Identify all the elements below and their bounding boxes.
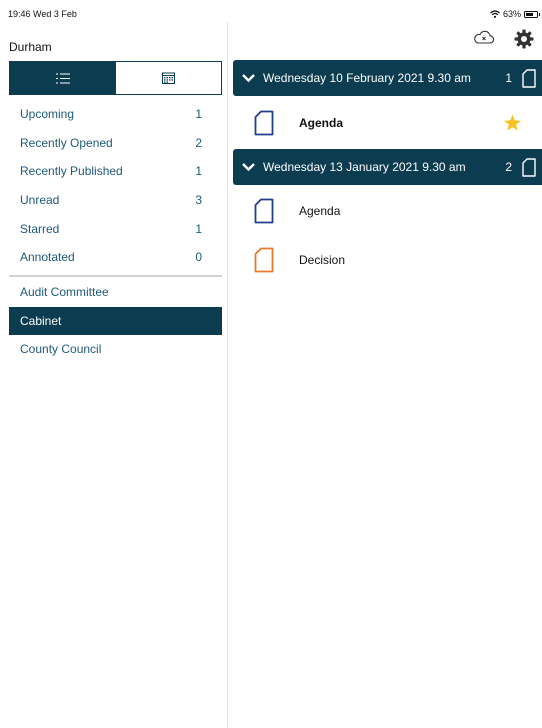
document-icon: [229, 110, 299, 136]
committee-county-council[interactable]: County Council: [9, 335, 222, 364]
filter-recently-published[interactable]: Recently Published 1: [9, 157, 222, 186]
battery-percent: 63%: [502, 9, 521, 19]
filter-count: 1: [195, 164, 202, 179]
chevron-down-icon: [233, 74, 263, 82]
meeting-document-count: 2: [505, 160, 512, 174]
document-row[interactable]: Decision: [229, 237, 542, 283]
filter-count: 1: [195, 107, 202, 122]
filter-count: 2: [195, 135, 202, 150]
committee-cabinet[interactable]: Cabinet: [9, 306, 222, 336]
document-icon: [229, 247, 299, 273]
sidebar-divider: [9, 275, 222, 277]
account-name: Durham: [9, 40, 52, 54]
document-row[interactable]: Agenda: [229, 100, 542, 146]
meeting-document-count: 1: [505, 71, 512, 85]
filter-recently-opened[interactable]: Recently Opened 2: [9, 129, 222, 158]
list-icon: [55, 73, 70, 83]
meeting-header[interactable]: Wednesday 13 January 2021 9.30 am 2: [233, 149, 542, 185]
status-indicators: 63%: [490, 9, 540, 19]
meeting-date: Wednesday 13 January 2021 9.30 am: [263, 160, 466, 174]
document-icon: [522, 68, 536, 88]
document-title: Decision: [299, 253, 346, 267]
meeting-date: Wednesday 10 February 2021 9.30 am: [263, 71, 471, 85]
calendar-view-tab[interactable]: [116, 62, 222, 94]
status-bar: 19:46 Wed 3 Feb 63%: [0, 0, 542, 22]
filter-upcoming[interactable]: Upcoming 1: [9, 100, 222, 129]
filter-list: Upcoming 1 Recently Opened 2 Recently Pu…: [9, 100, 222, 272]
view-toggle: [9, 61, 222, 95]
committee-label: Cabinet: [20, 313, 62, 328]
committee-label: Audit Committee: [20, 285, 109, 300]
battery-icon: [524, 10, 540, 18]
meetings-panel: Wednesday 10 February 2021 9.30 am 1 Age…: [229, 22, 542, 728]
filter-unread[interactable]: Unread 3: [9, 186, 222, 215]
committee-list: Audit Committee Cabinet County Council: [9, 278, 222, 364]
wifi-icon: [490, 10, 500, 18]
filter-label: Starred: [20, 221, 60, 236]
chevron-down-icon: [233, 163, 263, 171]
document-title: Agenda: [299, 204, 341, 218]
cloud-sync-icon[interactable]: [473, 29, 495, 52]
filter-label: Annotated: [20, 250, 75, 265]
star-icon[interactable]: [503, 114, 522, 132]
document-title: Agenda: [299, 116, 344, 130]
document-icon: [229, 198, 299, 224]
filter-label: Recently Opened: [20, 135, 113, 150]
filter-count: 3: [195, 193, 202, 208]
document-row[interactable]: Agenda: [229, 188, 542, 234]
filter-annotated[interactable]: Annotated 0: [9, 243, 222, 272]
document-icon: [522, 157, 536, 177]
filter-starred[interactable]: Starred 1: [9, 214, 222, 243]
filter-count: 1: [195, 221, 202, 236]
status-time: 19:46 Wed 3 Feb: [8, 9, 77, 19]
filter-count: 0: [195, 250, 202, 265]
committee-label: County Council: [20, 342, 102, 357]
filter-label: Unread: [20, 193, 60, 208]
filter-label: Recently Published: [20, 164, 123, 179]
filter-label: Upcoming: [20, 107, 75, 122]
meeting-header[interactable]: Wednesday 10 February 2021 9.30 am 1: [233, 60, 542, 96]
sidebar: Durham Upcoming 1 Recently Opened 2 Rece…: [0, 22, 228, 728]
calendar-icon: [161, 72, 175, 84]
list-view-tab[interactable]: [10, 62, 116, 94]
settings-gear-icon[interactable]: [514, 29, 534, 54]
committee-audit-committee[interactable]: Audit Committee: [9, 278, 222, 307]
